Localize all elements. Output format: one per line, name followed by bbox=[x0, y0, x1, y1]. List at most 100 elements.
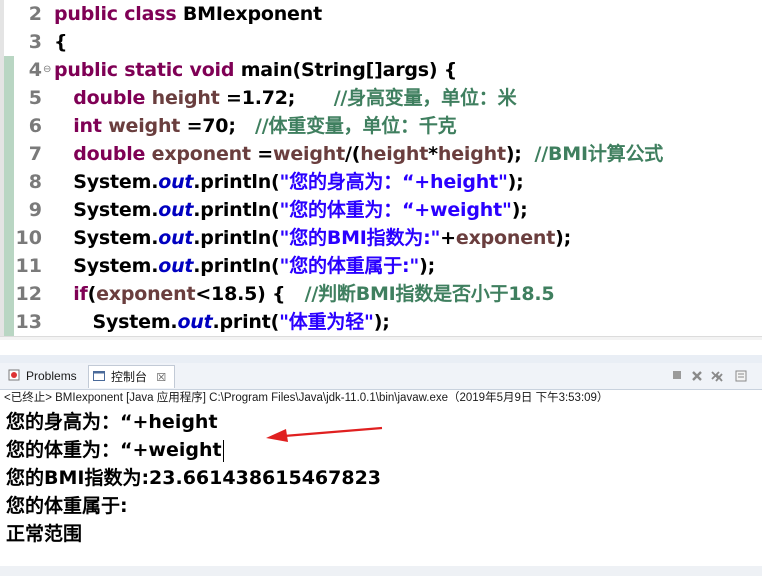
code-token: out bbox=[158, 199, 194, 221]
code-editor[interactable]: 2 public class BMIexponent 3{4 ⊖ public stat… bbox=[0, 0, 762, 340]
terminate-icon[interactable] bbox=[670, 369, 684, 383]
code-token: if bbox=[54, 283, 88, 305]
code-token: public class bbox=[54, 3, 183, 25]
view-tab-bar: Problems 控制台 ☒ bbox=[0, 363, 762, 390]
code-token: ); bbox=[555, 227, 572, 249]
code-token: ); bbox=[373, 311, 390, 333]
code-token: =1.72; bbox=[219, 87, 334, 109]
code-line[interactable]: 13 System.out.print("体重为轻"); bbox=[0, 308, 762, 336]
code-token: //身高变量，单位：米 bbox=[333, 87, 517, 109]
code-token: System. bbox=[54, 199, 159, 221]
code-token: weight bbox=[108, 115, 181, 137]
fold-icon[interactable]: ⊖ bbox=[43, 56, 51, 84]
code-token: main(String[]args) { bbox=[240, 59, 458, 81]
line-number: 9 bbox=[28, 199, 42, 221]
code-text: double height =1.72; //身高变量，单位：米 bbox=[54, 84, 516, 112]
code-line[interactable]: 5 double height =1.72; //身高变量，单位：米 bbox=[0, 84, 762, 112]
code-token: "您的体重属于:" bbox=[279, 255, 420, 277]
code-token: out bbox=[158, 171, 194, 193]
code-text: System.out.println("您的体重属于:"); bbox=[54, 252, 435, 280]
code-text: System.out.println("您的身高为：“+height"); bbox=[54, 168, 524, 196]
code-line[interactable]: 9 System.out.println("您的体重为：“+weight"); bbox=[0, 196, 762, 224]
code-token: System. bbox=[54, 311, 178, 333]
code-token: out bbox=[158, 227, 194, 249]
console-output-line: 您的BMI指数为:23.661438615467823 bbox=[6, 464, 756, 492]
code-token: //判断BMI指数是否小于18.5 bbox=[304, 283, 555, 305]
code-token: //BMI计算公式 bbox=[534, 143, 664, 165]
line-number: 3 bbox=[28, 31, 42, 53]
code-text: int weight =70; //体重变量，单位：千克 bbox=[54, 112, 456, 140]
line-number: 6 bbox=[28, 115, 42, 137]
code-line[interactable]: 4 ⊖ public static void main(String[]args) … bbox=[0, 56, 762, 84]
code-line[interactable]: 8 System.out.println("您的身高为：“+height"); bbox=[0, 168, 762, 196]
code-line[interactable]: 10 System.out.println("您的BMI指数为:"+expone… bbox=[0, 224, 762, 252]
tab-problems[interactable]: Problems bbox=[4, 365, 77, 387]
code-line[interactable]: 3{ bbox=[0, 28, 762, 56]
scroll-left-icon[interactable]: ◂ bbox=[56, 338, 62, 340]
annotation-arrow-icon bbox=[266, 426, 383, 442]
code-token: double bbox=[54, 87, 152, 109]
code-token: weight bbox=[273, 143, 345, 165]
code-token: exponent bbox=[151, 143, 251, 165]
code-token: exponent bbox=[96, 283, 196, 305]
code-line[interactable]: 2 public class BMIexponent bbox=[0, 0, 762, 28]
code-token: out bbox=[177, 311, 213, 333]
code-token: + bbox=[440, 227, 456, 249]
code-token: "体重为轻" bbox=[279, 311, 374, 333]
code-token: height bbox=[360, 143, 429, 165]
code-token: * bbox=[428, 143, 438, 165]
code-token: System. bbox=[54, 255, 159, 277]
code-token: { bbox=[54, 31, 68, 53]
remove-launch-icon[interactable] bbox=[690, 369, 704, 383]
console-icon bbox=[93, 370, 105, 382]
code-text: System.out.println("您的BMI指数为:"+exponent)… bbox=[54, 224, 571, 252]
view-divider[interactable] bbox=[0, 355, 762, 363]
code-token: double bbox=[54, 143, 152, 165]
code-token: public static void bbox=[54, 59, 241, 81]
line-number: 12 bbox=[15, 283, 42, 305]
code-text: System.out.println("您的体重为：“+weight"); bbox=[54, 196, 528, 224]
line-number: 10 bbox=[15, 227, 42, 249]
code-token: ); bbox=[419, 255, 436, 277]
code-token: =70; bbox=[180, 115, 255, 137]
code-lines[interactable]: 2 public class BMIexponent 3{4 ⊖ public stat… bbox=[0, 0, 762, 336]
code-token: ( bbox=[87, 283, 97, 305]
clear-console-icon[interactable] bbox=[734, 369, 748, 383]
line-number: 2 bbox=[28, 3, 42, 25]
code-token: System. bbox=[54, 227, 159, 249]
code-token: "您的BMI指数为:" bbox=[279, 227, 441, 249]
code-text: public class BMIexponent bbox=[54, 0, 322, 28]
code-text: if(exponent<18.5) { //判断BMI指数是否小于18.5 bbox=[54, 280, 554, 308]
console-status-line: <已终止> BMIexponent [Java 应用程序] C:\Program… bbox=[4, 392, 609, 404]
console-output-text: 您的体重属于: bbox=[6, 495, 128, 517]
code-text: public static void main(String[]args) { bbox=[54, 56, 457, 84]
code-token: //体重变量，单位：千克 bbox=[254, 115, 457, 137]
editor-horizontal-scrollbar[interactable]: ◂ bbox=[0, 336, 762, 340]
code-token: height bbox=[437, 143, 506, 165]
problems-icon bbox=[8, 369, 20, 381]
code-token: "您的体重为：“+weight" bbox=[279, 199, 512, 221]
code-token: height bbox=[151, 87, 220, 109]
code-token: exponent bbox=[455, 227, 556, 249]
code-text: { bbox=[54, 28, 68, 56]
code-token: BMIexponent bbox=[182, 3, 322, 25]
code-token: .println( bbox=[193, 227, 280, 249]
close-icon[interactable]: ☒ bbox=[156, 372, 166, 384]
code-token: .print( bbox=[212, 311, 280, 333]
code-token: out bbox=[158, 255, 194, 277]
remove-all-terminated-icon[interactable] bbox=[710, 369, 724, 383]
code-token: <18.5) { bbox=[195, 283, 305, 305]
code-token: int bbox=[54, 115, 109, 137]
line-number: 7 bbox=[28, 143, 42, 165]
code-line[interactable]: 12 if(exponent<18.5) { //判断BMI指数是否小于18.5 bbox=[0, 280, 762, 308]
line-number: 4 bbox=[28, 59, 42, 81]
console-output-text: 正常范围 bbox=[6, 523, 83, 545]
code-token: ); bbox=[511, 199, 528, 221]
code-line[interactable]: 7 double exponent =weight/(height*height… bbox=[0, 140, 762, 168]
code-token: System. bbox=[54, 171, 159, 193]
line-number: 5 bbox=[28, 87, 42, 109]
code-line[interactable]: 11 System.out.println("您的体重属于:"); bbox=[0, 252, 762, 280]
tab-console[interactable]: 控制台 ☒ bbox=[88, 365, 176, 388]
code-token: "您的身高为：“+height" bbox=[279, 171, 508, 193]
code-line[interactable]: 6 int weight =70; //体重变量，单位：千克 bbox=[0, 112, 762, 140]
